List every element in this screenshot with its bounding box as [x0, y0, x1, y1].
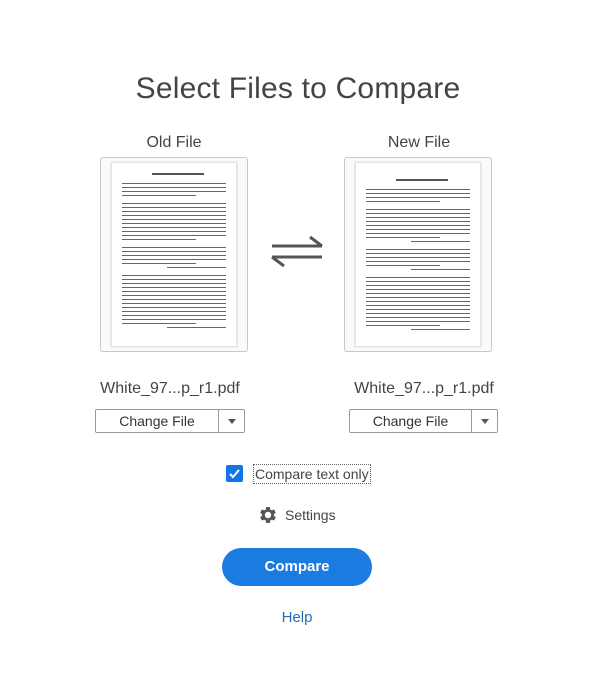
new-change-file-button[interactable]: Change File	[350, 410, 472, 432]
old-change-file-control: Change File	[95, 409, 245, 433]
old-file-name: White_97...p_r1.pdf	[100, 380, 240, 397]
old-change-file-button[interactable]: Change File	[96, 410, 219, 432]
chevron-down-icon	[480, 418, 489, 424]
settings-label: Settings	[285, 507, 336, 523]
old-file-label: Old File	[146, 134, 202, 151]
page-title: Select Files to Compare	[135, 72, 461, 105]
old-file-page-preview	[111, 162, 237, 347]
compare-text-only-checkbox[interactable]	[226, 465, 243, 482]
chevron-down-icon	[227, 418, 236, 424]
compare-text-only-label[interactable]: Compare text only	[253, 464, 371, 484]
new-file-name: White_97...p_r1.pdf	[354, 380, 494, 397]
new-change-file-control: Change File	[349, 409, 498, 433]
compare-button[interactable]: Compare	[222, 548, 372, 586]
help-link[interactable]: Help	[270, 609, 324, 626]
new-change-file-dropdown[interactable]	[472, 410, 497, 432]
checkmark-icon	[229, 469, 240, 479]
new-file-label: New File	[387, 134, 451, 151]
new-file-thumbnail	[344, 157, 492, 352]
new-file-page-preview	[355, 162, 481, 347]
old-change-file-dropdown[interactable]	[219, 410, 244, 432]
gear-icon	[260, 507, 276, 523]
settings-button[interactable]: Settings	[257, 504, 336, 526]
old-file-thumbnail	[100, 157, 248, 352]
swap-files-icon[interactable]	[268, 234, 326, 268]
